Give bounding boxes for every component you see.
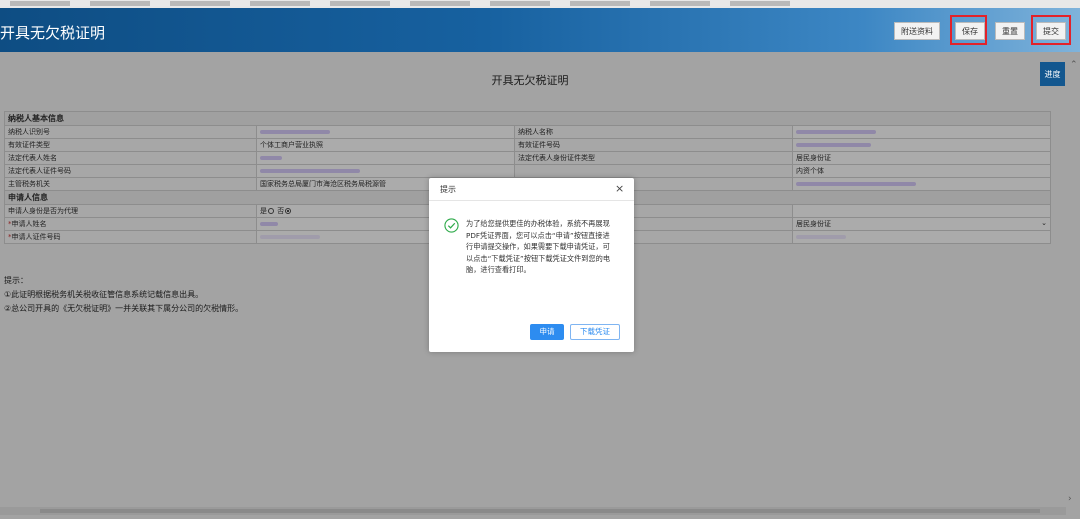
- tips-title: 提示：: [4, 276, 28, 285]
- label-taxpayer-name: 纳税人名称: [514, 125, 793, 139]
- section-taxpayer-info: 纳税人基本信息: [4, 111, 1051, 126]
- label-cert-type: 有效证件类型: [4, 138, 257, 152]
- submit-highlight-box: [1031, 15, 1071, 45]
- download-certificate-button[interactable]: 下载凭证: [570, 324, 620, 340]
- app-title: 开具无欠税证明: [0, 24, 106, 42]
- label-legal-rep-id-type: 法定代表人身份证件类型: [514, 151, 793, 165]
- agent-yes-radio[interactable]: [268, 208, 274, 214]
- label-applicant-name: *申请人姓名: [4, 217, 257, 231]
- label-cert-number: 有效证件号码: [514, 138, 793, 152]
- bookmarks-bar: [0, 0, 1080, 8]
- table-row: 纳税人识别号 纳税人名称: [4, 125, 1051, 139]
- agent-yes-label: 是: [260, 207, 267, 215]
- value-legal-rep-name: [256, 151, 515, 165]
- empty-cell: [792, 204, 1051, 218]
- agent-no-radio[interactable]: [285, 208, 292, 214]
- value-cert-number: [792, 138, 1051, 152]
- label-legal-rep-id-number: 法定代表人证件号码: [4, 164, 257, 178]
- value-industry: [792, 177, 1051, 191]
- applicant-id-type-select[interactable]: 居民身份证 ⌄: [792, 217, 1051, 231]
- value-taxpayer-id: [256, 125, 515, 139]
- horizontal-scrollbar[interactable]: [0, 507, 1066, 515]
- value-legal-rep-id-number: [256, 164, 515, 178]
- label-legal-rep-name: 法定代表人姓名: [4, 151, 257, 165]
- dialog-header: 提示 ×: [429, 178, 634, 201]
- reset-button[interactable]: 重置: [995, 22, 1025, 40]
- label-registration-type: [514, 164, 793, 178]
- scroll-right-icon[interactable]: ›: [1068, 494, 1072, 504]
- chevron-down-icon: ⌄: [1041, 219, 1047, 227]
- scrollbar-thumb[interactable]: [40, 509, 1040, 513]
- table-row: 法定代表人姓名 法定代表人身份证件类型 居民身份证: [4, 151, 1051, 165]
- applicant-phone-input[interactable]: [792, 230, 1051, 244]
- apply-button[interactable]: 申请: [530, 324, 564, 340]
- attach-materials-button[interactable]: 附送资料: [894, 22, 940, 40]
- tips-section: 提示： ①此证明根据税务机关税收征管信息系统记载信息出具。 ②总公司开具的《无欠…: [4, 274, 243, 316]
- table-row: 有效证件类型 个体工商户营业执照 有效证件号码: [4, 138, 1051, 152]
- table-row: 法定代表人证件号码 内资个体: [4, 164, 1051, 178]
- page-title: 开具无欠税证明: [491, 74, 569, 87]
- dialog-message: 为了给您提供更佳的办税体验，系统不再展现PDF凭证界面，您可以点击“申请”按钮直…: [466, 219, 611, 274]
- value-registration-type: 内资个体: [792, 164, 1051, 178]
- dialog-title: 提示: [440, 185, 456, 194]
- notice-dialog: 提示 × 为了给您提供更佳的办税体验，系统不再展现PDF凭证界面，您可以点击“申…: [429, 178, 634, 352]
- success-check-icon: [444, 218, 459, 233]
- close-icon[interactable]: ×: [615, 182, 624, 195]
- value-taxpayer-name: [792, 125, 1051, 139]
- tips-line-2: ②总公司开具的《无欠税证明》一并关联其下属分公司的欠税情形。: [4, 304, 244, 313]
- agent-no-label: 否: [277, 207, 285, 215]
- app-header: 开具无欠税证明 附送资料 保存 重置 提交: [0, 8, 1080, 52]
- label-applicant-id-number: *申请人证件号码: [4, 230, 257, 244]
- value-cert-type: 个体工商户营业执照: [256, 138, 515, 152]
- value-legal-rep-id-type: 居民身份证: [792, 151, 1051, 165]
- label-is-agent: 申请人身份是否为代理: [4, 204, 257, 218]
- label-tax-authority: 主管税务机关: [4, 177, 257, 191]
- progress-button[interactable]: 进度: [1040, 62, 1065, 86]
- save-highlight-box: [950, 15, 987, 45]
- label-taxpayer-id: 纳税人识别号: [4, 125, 257, 139]
- tips-line-1: ①此证明根据税务机关税收征管信息系统记载信息出具。: [4, 290, 204, 299]
- scroll-up-icon[interactable]: ⌃: [1070, 60, 1078, 70]
